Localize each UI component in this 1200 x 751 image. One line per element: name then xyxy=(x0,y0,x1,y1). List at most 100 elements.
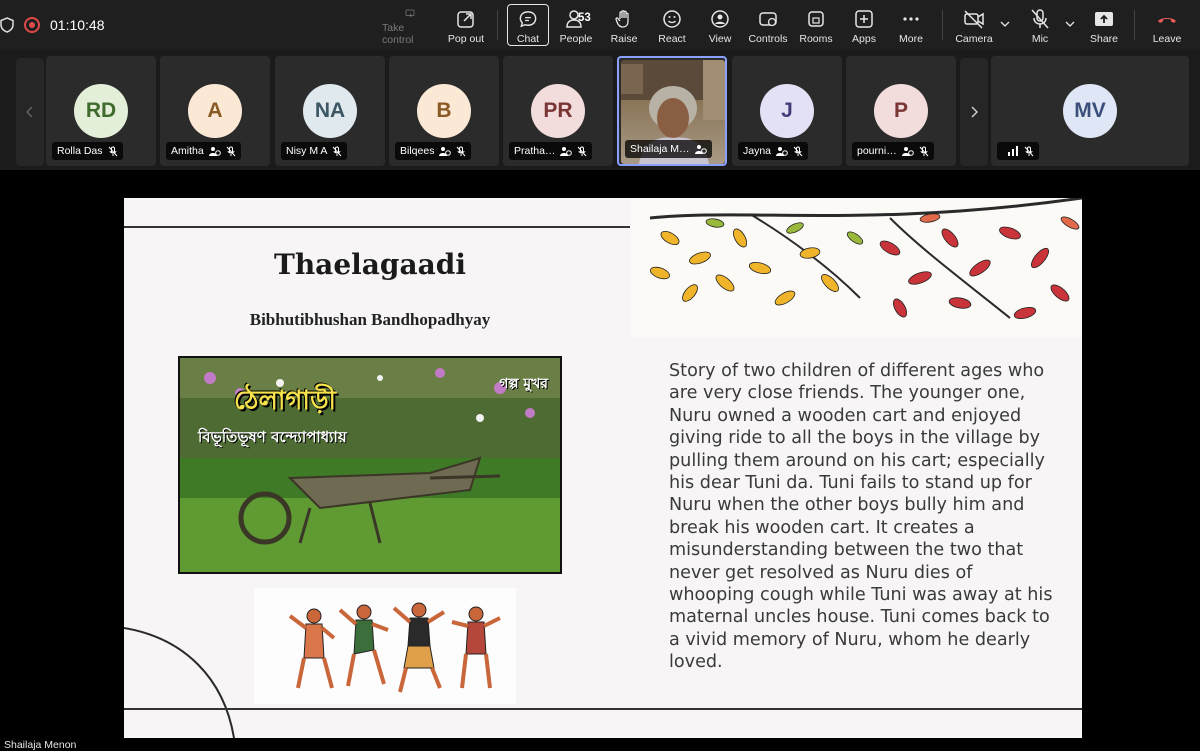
presenter-bar: Shailaja Menon xyxy=(0,738,1200,751)
participant-name: Amitha xyxy=(171,145,204,157)
participant-name: Bilqees xyxy=(400,145,435,157)
participant-name: Pratha… xyxy=(514,145,556,157)
take-control-button[interactable]: Take control xyxy=(382,4,438,46)
raise-label: Raise xyxy=(610,33,638,45)
avatar-initials: J xyxy=(781,99,793,122)
participant-nametag: Bilqees xyxy=(395,142,472,160)
controls-button[interactable]: Controls xyxy=(747,4,789,46)
toolbar-divider xyxy=(1134,10,1135,40)
participant-name: Jayna xyxy=(743,145,772,157)
avatar-initials: RD xyxy=(85,99,117,122)
slide-title: Thaelagaadi xyxy=(273,248,466,281)
chat-icon xyxy=(519,11,537,28)
participant-tile[interactable]: J Jayna xyxy=(732,56,842,166)
participant-tile[interactable]: B Bilqees xyxy=(389,56,499,166)
shield-icon xyxy=(0,17,14,33)
participant-name: pourni… xyxy=(857,145,897,157)
view-button[interactable]: View xyxy=(704,4,736,46)
slide-divider xyxy=(124,708,1082,710)
chevron-down-icon[interactable] xyxy=(1000,19,1010,29)
tree-illustration xyxy=(630,198,1082,338)
mic-off-icon xyxy=(457,146,466,156)
controls-label: Controls xyxy=(748,33,788,45)
chevron-left-icon xyxy=(26,106,33,118)
mic-off-icon xyxy=(793,146,803,156)
participant-tile-large[interactable]: MV xyxy=(991,56,1189,166)
share-label: Share xyxy=(1089,33,1119,45)
cover-author-bengali: বিভূতিভূষণ বন্দ্যোপাধ্যায় xyxy=(198,428,347,446)
presenter-icon xyxy=(901,146,914,156)
view-icon xyxy=(711,10,729,28)
share-button[interactable]: Share xyxy=(1088,4,1120,46)
take-control-icon xyxy=(405,9,415,18)
presenter-name: Shailaja Menon xyxy=(4,739,77,751)
presenter-icon xyxy=(560,146,573,156)
people-count-badge: 53 xyxy=(578,12,591,24)
pop-out-button[interactable]: Pop out xyxy=(446,4,486,46)
leave-button[interactable]: Leave xyxy=(1150,4,1184,46)
rooms-button[interactable]: Rooms xyxy=(798,4,834,46)
more-button[interactable]: More xyxy=(896,4,926,46)
participant-tile[interactable]: RD Rolla Das xyxy=(46,56,156,166)
avatar: NA xyxy=(303,84,357,138)
take-control-label: Take control xyxy=(382,22,414,46)
dancers-illustration xyxy=(254,588,516,704)
presenter-icon xyxy=(776,146,788,156)
react-button[interactable]: React xyxy=(655,4,689,46)
slide-divider xyxy=(124,226,630,228)
mic-off-icon xyxy=(108,146,117,156)
meeting-timer: 01:10:48 xyxy=(50,17,105,33)
camera-button[interactable]: Camera xyxy=(955,4,993,46)
participant-nametag: Nisy M A xyxy=(281,142,348,160)
participant-nametag: Pratha… xyxy=(509,142,593,160)
participant-name: Rolla Das xyxy=(57,145,103,157)
avatar: PR xyxy=(531,84,585,138)
mic-off-icon xyxy=(919,146,929,156)
smile-icon xyxy=(663,10,681,28)
participant-nametag: Shailaja M… xyxy=(625,140,712,158)
rooms-label: Rooms xyxy=(799,33,833,45)
react-label: React xyxy=(658,33,686,45)
participant-name: Nisy M A xyxy=(286,145,328,157)
chat-button[interactable]: Chat xyxy=(507,4,549,46)
view-label: View xyxy=(708,33,732,45)
people-button[interactable]: People xyxy=(557,4,595,46)
chevron-down-icon[interactable] xyxy=(1065,19,1075,29)
strip-prev-button[interactable] xyxy=(16,58,44,166)
decorative-arc xyxy=(124,627,235,738)
mic-off-icon xyxy=(1031,9,1049,29)
dancing-figures-image xyxy=(288,602,501,693)
avatar: A xyxy=(188,84,242,138)
avatar: MV xyxy=(1063,84,1117,138)
participant-tile[interactable]: NA Nisy M A xyxy=(275,56,385,166)
apps-plus-icon xyxy=(855,10,873,28)
leave-label: Leave xyxy=(1152,33,1182,45)
avatar-initials: P xyxy=(893,99,908,122)
presenter-icon xyxy=(439,146,452,156)
participant-tile[interactable]: PR Pratha… xyxy=(503,56,613,166)
avatar: RD xyxy=(74,84,128,138)
apps-button[interactable]: Apps xyxy=(848,4,880,46)
cover-title-bengali: ঠেলাগাড়ী xyxy=(234,386,336,416)
participant-tile[interactable]: A Amitha xyxy=(160,56,270,166)
camera-label: Camera xyxy=(955,33,993,45)
participant-nametag: Amitha xyxy=(166,142,241,160)
raise-hand-button[interactable]: Raise xyxy=(607,4,641,46)
participant-tile[interactable]: P pourni… xyxy=(846,56,956,166)
toolbar-divider xyxy=(497,10,498,40)
raise-hand-icon xyxy=(615,10,629,28)
participant-tile-speaking[interactable]: Shailaja M… xyxy=(617,56,727,166)
apps-label: Apps xyxy=(852,33,876,45)
mic-button[interactable]: Mic xyxy=(1027,4,1053,46)
recording-icon xyxy=(24,17,40,33)
participant-nametag xyxy=(997,142,1039,160)
people-label: People xyxy=(559,33,593,45)
leaves-image xyxy=(649,198,1082,320)
share-icon xyxy=(1095,12,1113,26)
strip-next-button[interactable] xyxy=(960,58,988,166)
hang-up-icon xyxy=(1158,18,1176,23)
controls-icon xyxy=(759,12,777,27)
avatar-initials: A xyxy=(207,99,223,122)
story-summary: Story of two children of different ages … xyxy=(669,361,1053,673)
more-dots-icon xyxy=(903,17,919,21)
